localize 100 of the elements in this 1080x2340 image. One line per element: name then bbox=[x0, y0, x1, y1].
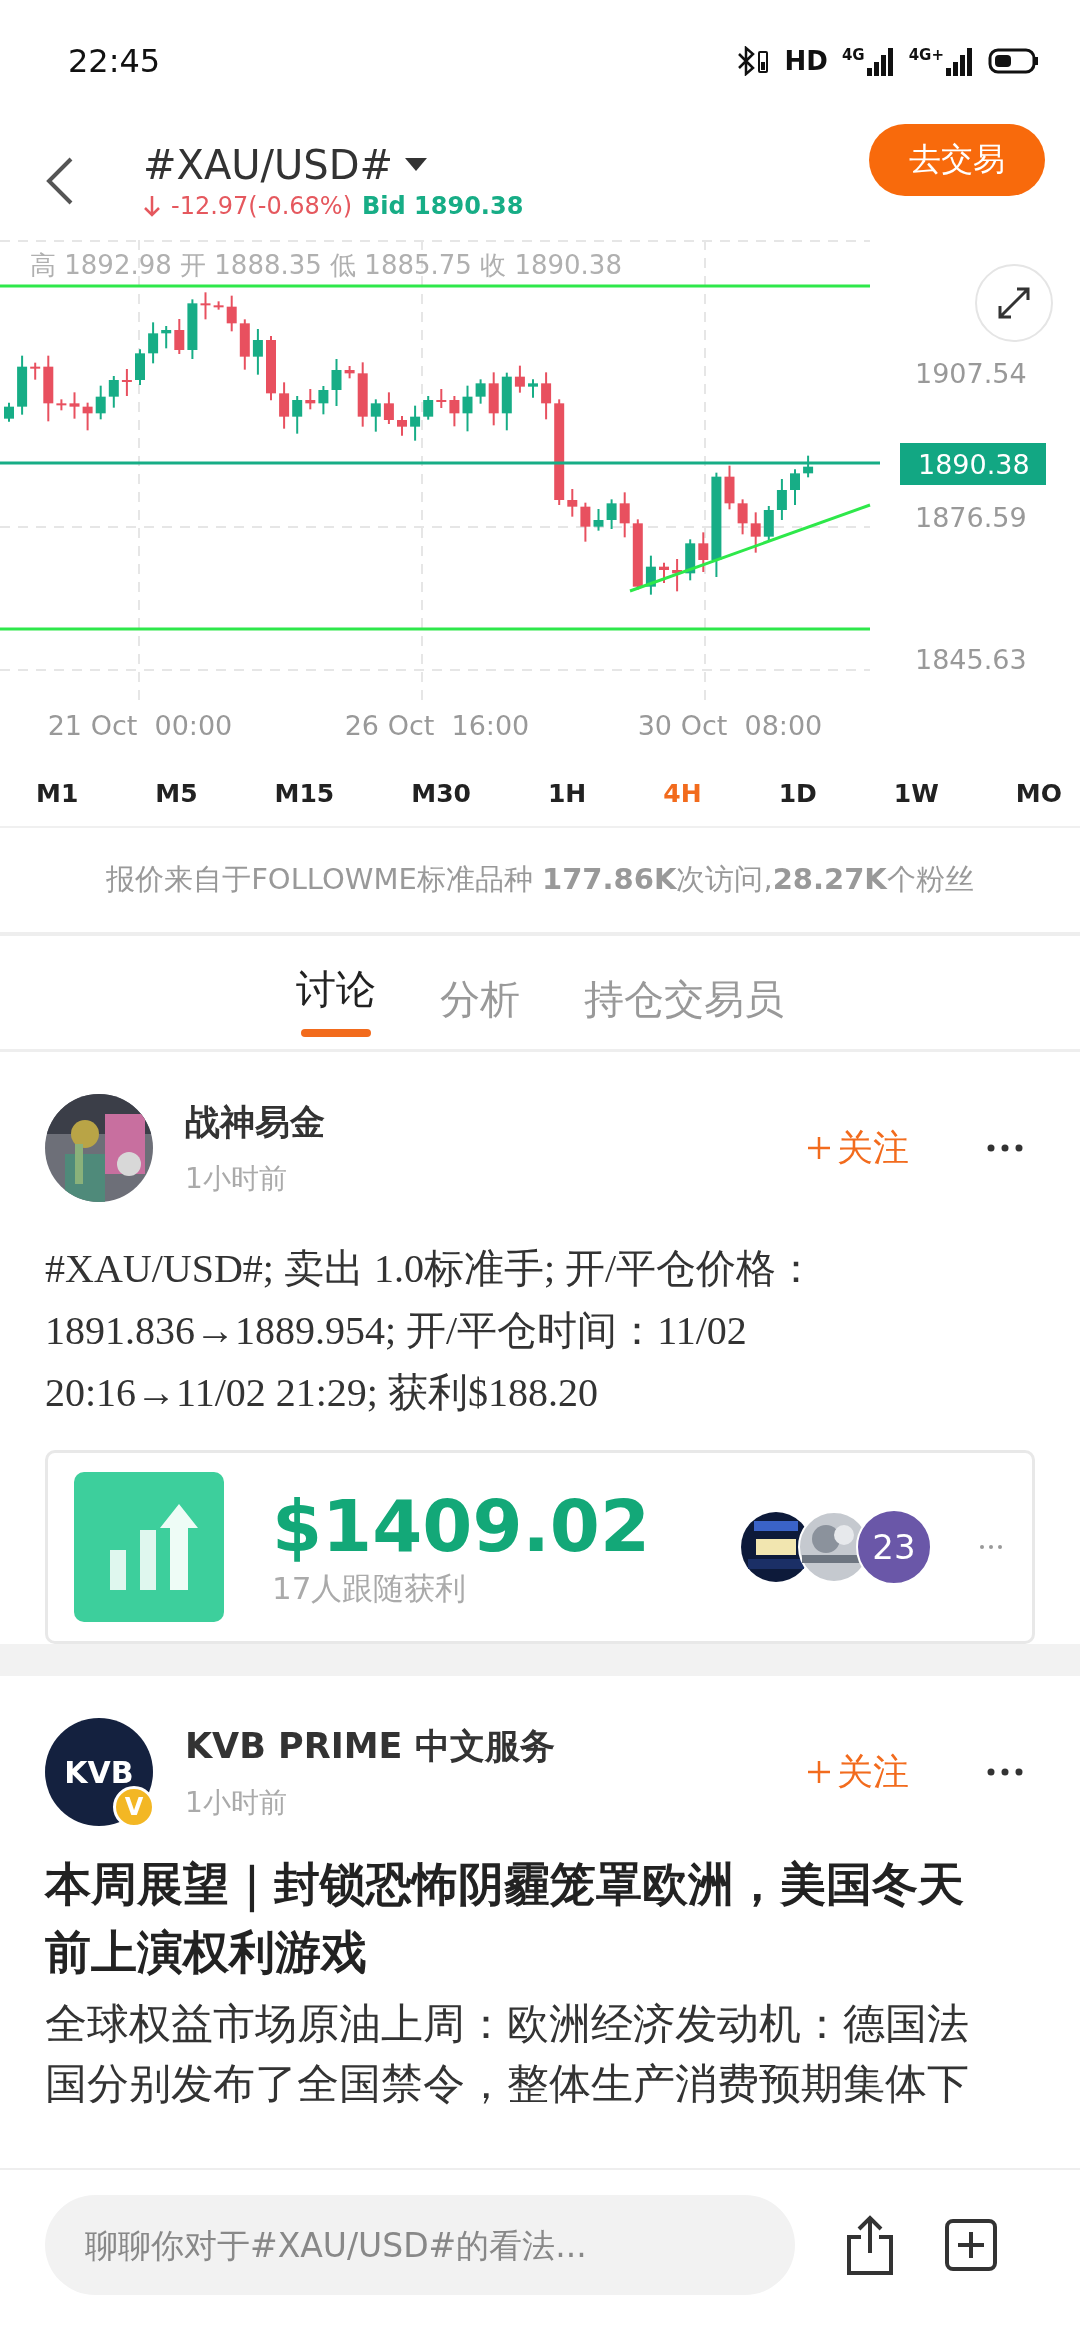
candle bbox=[462, 384, 473, 433]
candle bbox=[501, 371, 512, 432]
candle bbox=[17, 354, 28, 416]
candle bbox=[528, 378, 538, 399]
timeframe-tab[interactable]: M1 bbox=[36, 778, 79, 808]
plus-icon bbox=[807, 1760, 831, 1784]
trend-line[interactable] bbox=[629, 503, 871, 593]
candle bbox=[239, 318, 250, 371]
candle bbox=[82, 401, 93, 432]
candle bbox=[750, 511, 761, 554]
share-icon[interactable] bbox=[845, 2215, 895, 2275]
candle bbox=[580, 501, 591, 543]
candle bbox=[449, 395, 460, 428]
quote-source-text: 报价来自于FOLLOWME标准品种 177.86K次访问,28.27K个粉丝 bbox=[106, 861, 974, 898]
post-time: 1小时前 bbox=[185, 1160, 288, 1197]
author-name[interactable]: 战神易金 bbox=[185, 1098, 807, 1146]
candle bbox=[30, 361, 41, 381]
price-change: -12.97(-0.68%) bbox=[171, 192, 352, 220]
candle bbox=[488, 371, 499, 427]
more-icon[interactable] bbox=[987, 1144, 1023, 1152]
comment-field[interactable]: 聊聊你对于#XAU/USD#的看法... bbox=[45, 2195, 795, 2295]
article-excerpt: 全球权益市场原油上周：欧洲经济发动机：德国法国分别发布了全国禁令，整体生产消费预期集体下 bbox=[45, 1998, 970, 2110]
candle bbox=[69, 391, 80, 420]
candle bbox=[803, 454, 814, 479]
candle bbox=[292, 395, 303, 435]
add-icon[interactable] bbox=[945, 2219, 997, 2271]
timeframe-tab[interactable]: MO bbox=[1015, 778, 1062, 808]
candle bbox=[724, 464, 735, 511]
candle bbox=[763, 505, 774, 543]
timeframe-tab[interactable]: 1H bbox=[547, 778, 587, 808]
candle bbox=[43, 354, 54, 423]
candle bbox=[226, 294, 237, 333]
candle bbox=[279, 381, 290, 430]
candle bbox=[266, 335, 276, 402]
candle bbox=[108, 375, 119, 409]
candle bbox=[161, 325, 172, 350]
tab-indicator bbox=[301, 1029, 371, 1037]
symbol-title[interactable]: #XAU/USD# bbox=[143, 142, 394, 188]
growth-chart-icon bbox=[74, 1472, 224, 1622]
candle bbox=[174, 318, 185, 355]
post-text: #XAU/USD#; 卖出 1.0标准手; 开/平仓价格：1891.836→1889.954; 开/平仓时间：11/02 20:16→11/02 21:29; 获利$188.20 bbox=[45, 1245, 818, 1417]
candle bbox=[776, 478, 787, 521]
candle bbox=[397, 415, 407, 437]
candle bbox=[4, 401, 14, 423]
ellipsis-icon bbox=[980, 1545, 1002, 1549]
candle bbox=[737, 498, 748, 536]
plus-icon bbox=[807, 1136, 831, 1160]
battery-icon bbox=[988, 47, 1040, 75]
candle bbox=[331, 358, 342, 407]
candle bbox=[305, 388, 316, 411]
candle bbox=[541, 371, 552, 421]
candle bbox=[318, 385, 329, 416]
candle bbox=[357, 361, 368, 428]
candle bbox=[606, 498, 617, 530]
candle bbox=[514, 364, 525, 394]
candle bbox=[187, 298, 198, 360]
timeframe-tab[interactable]: M15 bbox=[274, 778, 335, 808]
axis-label: 21 Oct 00:00 bbox=[47, 710, 233, 741]
back-icon[interactable] bbox=[45, 156, 75, 206]
candle bbox=[121, 368, 132, 397]
caret-icon[interactable] bbox=[405, 158, 428, 172]
candle bbox=[436, 388, 447, 409]
timeframe-tab[interactable]: M5 bbox=[155, 778, 198, 808]
candle bbox=[56, 398, 67, 412]
axis-label: 1907.54 bbox=[915, 358, 1027, 389]
candle bbox=[475, 378, 486, 405]
down-arrow-icon bbox=[143, 194, 161, 218]
axis-label: 1845.63 bbox=[915, 644, 1027, 675]
more-icon[interactable] bbox=[987, 1768, 1023, 1776]
axis-label: 1876.59 bbox=[915, 502, 1027, 533]
candle bbox=[200, 291, 211, 321]
timeframe-tab[interactable]: 1D bbox=[778, 778, 817, 808]
status-time: 22:45 bbox=[68, 42, 161, 80]
network-label: 4G bbox=[841, 46, 865, 64]
author-name[interactable]: KVB PRIME 中文服务 bbox=[185, 1722, 807, 1770]
candle bbox=[619, 491, 630, 539]
ohlc-text: 高 1892.98 开 1888.35 低 1885.75 收 1890.38 bbox=[30, 250, 622, 280]
candle bbox=[135, 348, 145, 386]
candle bbox=[790, 468, 800, 506]
candle bbox=[659, 561, 669, 584]
article-title[interactable]: 本周展望｜封锁恐怖阴霾笼罩欧洲，美国冬天前上演权利游戏 bbox=[45, 1850, 1005, 1986]
candle bbox=[645, 554, 656, 596]
signal-icon bbox=[946, 46, 974, 76]
verified-badge: V bbox=[113, 1786, 155, 1828]
candle bbox=[95, 384, 106, 421]
axis-label: 26 Oct 16:00 bbox=[344, 710, 530, 741]
section-tab[interactable]: 讨论 bbox=[296, 962, 376, 1017]
timeframe-tab[interactable]: 1W bbox=[893, 778, 939, 808]
hd-indicator: HD bbox=[784, 46, 828, 76]
follower-count: 23 bbox=[856, 1509, 932, 1585]
price-tag: 1890.38 bbox=[900, 443, 1046, 485]
expand-icon[interactable] bbox=[975, 264, 1053, 342]
network-label: 4G+ bbox=[908, 46, 944, 64]
profit-card[interactable]: $1409.02 17人跟随获利 23 bbox=[45, 1450, 1035, 1644]
post-time: 1小时前 bbox=[185, 1784, 288, 1821]
candle bbox=[567, 488, 578, 518]
candle bbox=[593, 508, 604, 532]
timeframe-tab[interactable]: M30 bbox=[411, 778, 471, 808]
candle bbox=[410, 404, 421, 442]
candle bbox=[252, 328, 263, 376]
